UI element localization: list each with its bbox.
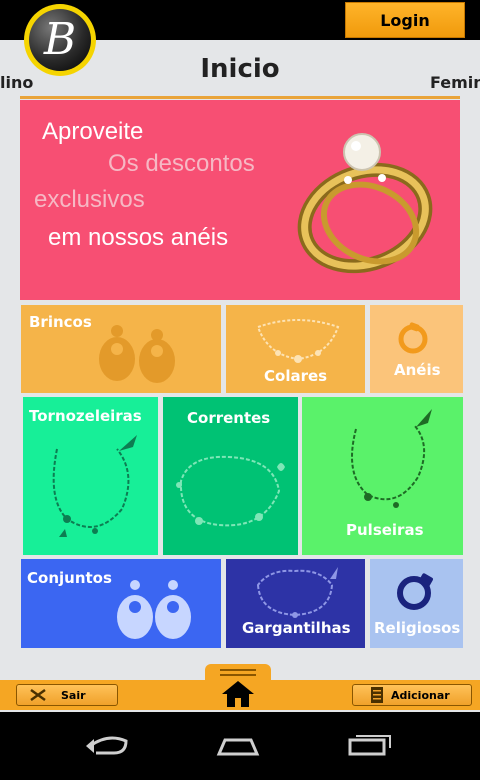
recents-icon[interactable] [346,734,392,756]
ring-image [297,133,433,274]
promo-line-4: em nossos anéis [48,224,229,251]
promo-line-1: Aproveite [42,118,144,145]
adicionar-button[interactable]: Adicionar [352,684,472,706]
category-label: Tornozeleiras [29,407,142,425]
category-label: Anéis [394,361,441,379]
ring-icon [398,322,428,354]
home-nav-icon[interactable] [213,736,263,756]
religious-ring-icon [397,573,433,610]
category-aneis[interactable]: Anéis [370,305,463,393]
chain-bracelet-icon [176,455,285,527]
earring-set-icon [117,580,191,639]
category-correntes[interactable]: Correntes [163,397,298,555]
adicionar-label: Adicionar [391,688,450,702]
anklet-icon [52,435,137,537]
header-divider [20,96,460,99]
home-tab[interactable] [205,664,271,710]
list-icon [220,669,256,676]
page-title: Inicio [200,54,280,84]
bracelet-icon [351,409,432,508]
category-label: Conjuntos [27,569,112,587]
category-religiosos[interactable]: Religiosos [370,559,463,648]
necklace-icon [256,319,340,363]
category-pulseiras[interactable]: Pulseiras [302,397,463,555]
list-icon [371,687,383,703]
category-label: Colares [264,367,328,385]
category-label: Brincos [29,313,92,331]
category-brincos[interactable]: Brincos [21,305,221,393]
promo-line-3: exclusivos [34,186,145,213]
category-colares[interactable]: Colares [226,305,365,393]
category-conjuntos[interactable]: Conjuntos [21,559,221,648]
login-button[interactable]: Login [345,2,465,38]
category-label: Correntes [187,409,271,427]
category-label: Gargantilhas [242,619,351,637]
close-x-icon [30,688,46,702]
system-nav-bar [0,712,480,780]
home-icon [222,681,254,707]
promo-banner[interactable]: Aproveite Os descontos exclusivos em nos… [20,100,460,300]
back-icon[interactable] [84,735,130,757]
category-label: Religiosos [374,619,461,637]
category-label: Pulseiras [346,521,424,539]
sair-button[interactable]: Sair [16,684,118,706]
category-gargantilhas[interactable]: Gargantilhas [226,559,365,648]
choker-icon [256,567,338,618]
earrings-icon [99,325,175,383]
promo-line-2: Os descontos [108,150,255,177]
sair-label: Sair [61,688,86,702]
nav-next-category[interactable]: Femini [430,73,480,92]
category-tornozeleiras[interactable]: Tornozeleiras [23,397,158,555]
